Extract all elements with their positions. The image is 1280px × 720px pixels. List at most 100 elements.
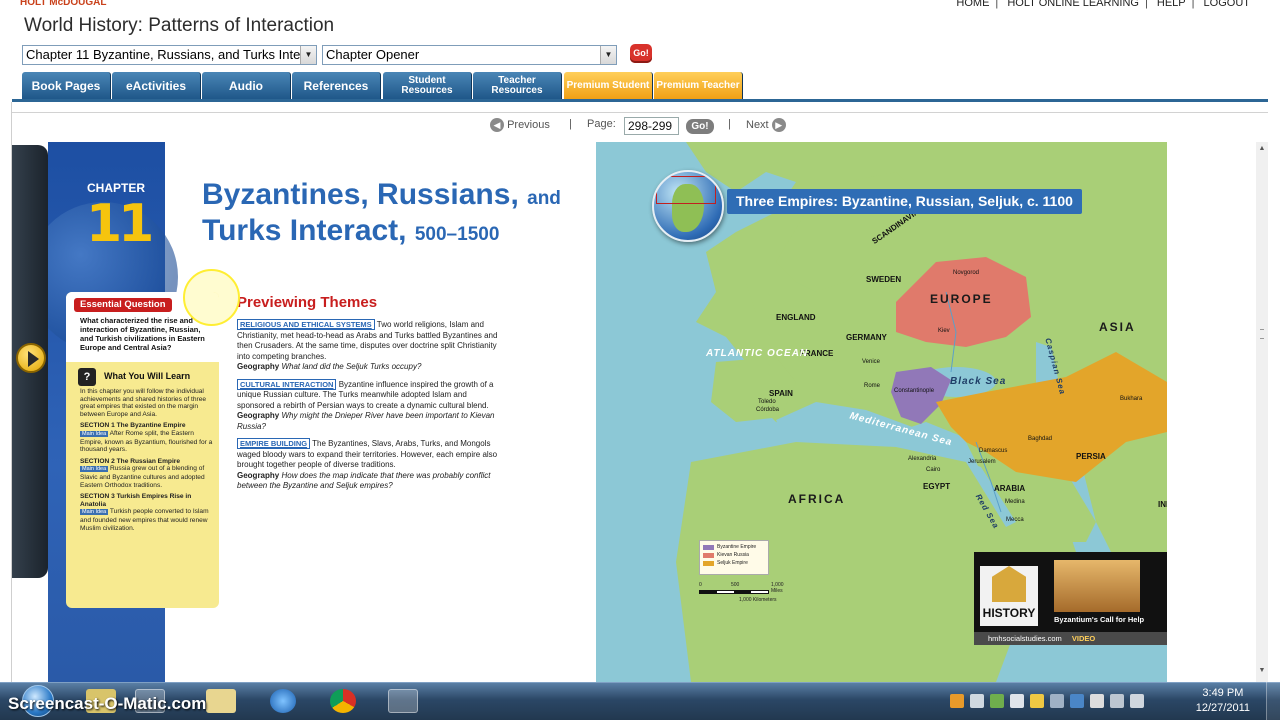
city-constantinople: Constantinople bbox=[894, 388, 935, 394]
globe-frame bbox=[656, 176, 716, 204]
section-item: SECTION 1 The Byzantine Empire Main Idea… bbox=[80, 422, 213, 453]
section-heading: SECTION 1 The Byzantine Empire bbox=[80, 422, 186, 430]
pager-separator: | bbox=[569, 118, 572, 130]
label-atlantic-ocean: ATLANTIC OCEAN bbox=[706, 348, 809, 359]
title-line1-small: and bbox=[527, 188, 561, 209]
map-title: Three Empires: Byzantine, Russian, Selju… bbox=[727, 189, 1082, 214]
promo-url-bar: hmhsocialstudies.com VIDEO bbox=[974, 632, 1167, 645]
scroll-down-icon[interactable]: ▼ bbox=[1256, 667, 1268, 679]
theme-tag: CULTURAL INTERACTION bbox=[237, 378, 337, 390]
legend-label: Kievan Russia bbox=[717, 552, 749, 558]
main-idea-tag: Main Idea bbox=[80, 509, 109, 516]
previous-button[interactable]: ◀ Previous bbox=[490, 118, 550, 132]
tray-device-icon[interactable] bbox=[1010, 694, 1024, 708]
history-shield-icon bbox=[992, 566, 1026, 602]
label-asia: ASIA bbox=[1099, 320, 1136, 334]
previous-label: Previous bbox=[507, 118, 550, 131]
chevron-down-icon[interactable]: ▼ bbox=[300, 46, 316, 64]
label-india: INDIA bbox=[1158, 500, 1167, 509]
scale-km: 1,000 Kilometers bbox=[739, 597, 777, 603]
play-icon[interactable] bbox=[16, 343, 46, 373]
scroll-up-icon[interactable]: ▲ bbox=[1256, 145, 1268, 157]
help-link[interactable]: HELP bbox=[1154, 0, 1189, 9]
tray-display-icon[interactable] bbox=[1070, 694, 1084, 708]
book-page: CHAPTER 11 Byzantines, Russians, and Tur… bbox=[48, 142, 1167, 682]
tray-battery-icon[interactable] bbox=[1090, 694, 1104, 708]
top-links: HOME | HOLT ONLINE LEARNING | HELP | LOGOUT bbox=[953, 0, 1253, 9]
next-label: Next bbox=[746, 118, 769, 131]
show-desktop-button[interactable] bbox=[1266, 682, 1280, 720]
go-button[interactable]: Go! bbox=[630, 44, 652, 63]
vertical-scrollbar[interactable]: ▲ ▼ bbox=[1256, 142, 1268, 682]
legend-label: Byzantine Empire bbox=[717, 544, 757, 550]
pager-separator: | bbox=[728, 118, 731, 130]
tray-network-icon[interactable] bbox=[970, 694, 984, 708]
tray-update-icon[interactable] bbox=[990, 694, 1004, 708]
chapter-select[interactable]: Chapter 11 Byzantine, Russians, and Turk… bbox=[22, 45, 317, 65]
clock-date: 12/27/2011 bbox=[1195, 702, 1250, 714]
internet-explorer-icon[interactable] bbox=[270, 689, 296, 713]
label-arabia: ARABIA bbox=[994, 484, 1026, 493]
app-title: World History: Patterns of Interaction bbox=[24, 15, 335, 36]
cursor-highlight bbox=[183, 269, 240, 326]
geo-question: What land did the Seljuk Turks occupy? bbox=[281, 362, 422, 371]
tab-premium-teacher[interactable]: Premium Teacher bbox=[654, 72, 743, 99]
tab-eactivities[interactable]: eActivities bbox=[112, 72, 201, 99]
history-logo: HISTORY bbox=[980, 566, 1038, 626]
tab-premium-student[interactable]: Premium Student bbox=[564, 72, 653, 99]
page-go-button[interactable]: Go! bbox=[686, 119, 714, 134]
tab-student-resources[interactable]: Student Resources bbox=[383, 72, 472, 99]
promo-thumbnail bbox=[1054, 560, 1140, 612]
tab-audio[interactable]: Audio bbox=[202, 72, 291, 99]
theme-tag: RELIGIOUS AND ETHICAL SYSTEMS bbox=[237, 319, 375, 330]
section-heading: SECTION 2 The Russian Empire bbox=[80, 457, 181, 465]
history-video-promo[interactable]: HISTORY Byzantium's Call for Help hmhsoc… bbox=[974, 552, 1167, 645]
promo-caption: Byzantium's Call for Help bbox=[1054, 615, 1145, 624]
tab-references[interactable]: References bbox=[292, 72, 381, 99]
label-spain: SPAIN bbox=[769, 389, 793, 398]
chapter-select-value: Chapter 11 Byzantine, Russians, and Turk… bbox=[26, 47, 317, 62]
chrome-icon[interactable] bbox=[330, 689, 356, 713]
globe-icon bbox=[652, 170, 724, 242]
legend-item: Kievan Russia bbox=[703, 552, 765, 558]
brand-logo: HOLT McDOUGAL bbox=[20, 0, 107, 8]
legend-item: Seljuk Empire bbox=[703, 560, 765, 566]
online-learning-link[interactable]: HOLT ONLINE LEARNING bbox=[1004, 0, 1142, 9]
chapter-title: Byzantines, Russians, and bbox=[202, 178, 561, 212]
tray-app-icon[interactable] bbox=[950, 694, 964, 708]
city-kiev: Kiev bbox=[938, 328, 950, 334]
arrow-right-icon: ▶ bbox=[771, 118, 786, 132]
label-africa: AFRICA bbox=[788, 492, 846, 506]
home-link[interactable]: HOME bbox=[953, 0, 992, 9]
scroll-grip[interactable] bbox=[1260, 329, 1264, 339]
tray-signal-icon[interactable] bbox=[1110, 694, 1124, 708]
section-select[interactable]: Chapter Opener ▼ bbox=[322, 45, 617, 65]
legend-item: Byzantine Empire bbox=[703, 544, 765, 550]
theme-item: CULTURAL INTERACTION Byzantine influence… bbox=[237, 378, 503, 433]
label-germany: GERMANY bbox=[846, 333, 887, 342]
city-mecca: Mecca bbox=[1006, 517, 1024, 523]
main-idea-tag: Main Idea bbox=[80, 466, 109, 473]
label-egypt: EGYPT bbox=[923, 482, 951, 491]
title-date-range: 500–1500 bbox=[414, 224, 500, 245]
tray-security-icon[interactable] bbox=[1030, 694, 1044, 708]
taskbar-clock[interactable]: 3:49 PM 12/27/2011 bbox=[1196, 686, 1250, 716]
chevron-down-icon[interactable]: ▼ bbox=[600, 46, 616, 64]
section-item: SECTION 3 Turkish Empires Rise in Anatol… bbox=[80, 493, 213, 532]
next-button[interactable]: Next ▶ bbox=[746, 118, 786, 132]
city-toledo: Toledo bbox=[758, 399, 776, 405]
notes-icon[interactable] bbox=[206, 689, 236, 713]
screen-recorder-icon[interactable] bbox=[388, 689, 418, 713]
page-input[interactable]: 298-299 bbox=[624, 117, 679, 135]
tray-shield-icon[interactable] bbox=[1050, 694, 1064, 708]
logout-link[interactable]: LOGOUT bbox=[1201, 0, 1253, 9]
legend-label: Seljuk Empire bbox=[717, 560, 748, 566]
map-legend: Byzantine Empire Kievan Russia Seljuk Em… bbox=[699, 540, 769, 575]
theme-tag: EMPIRE BUILDING bbox=[237, 438, 311, 449]
geo-label: Geography bbox=[237, 362, 280, 371]
tab-book-pages[interactable]: Book Pages bbox=[22, 72, 111, 99]
city-alexandria: Alexandria bbox=[908, 456, 937, 462]
tab-teacher-resources[interactable]: Teacher Resources bbox=[473, 72, 562, 99]
tray-volume-icon[interactable] bbox=[1130, 694, 1144, 708]
city-bukhara: Bukhara bbox=[1120, 396, 1143, 402]
